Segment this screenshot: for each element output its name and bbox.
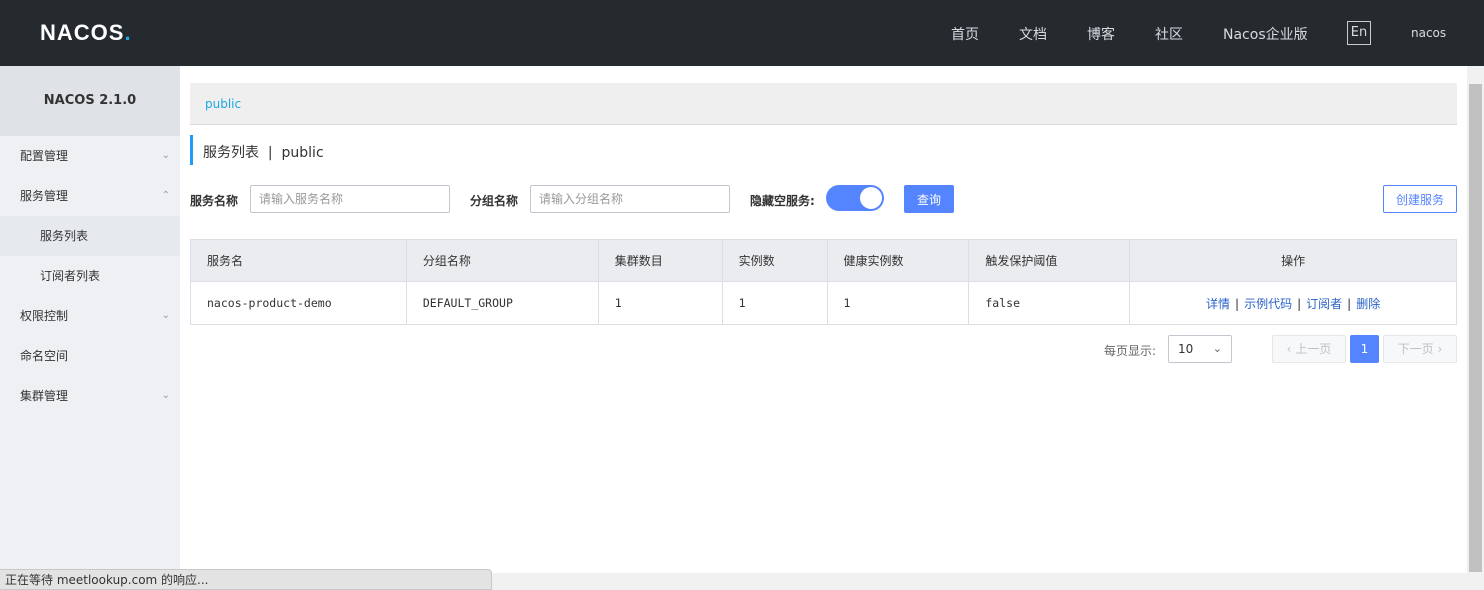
sidebar-item-subscriber-list[interactable]: 订阅者列表 — [0, 256, 180, 296]
next-page-label: 下一页 — [1397, 342, 1434, 356]
sidebar-version-title: NACOS 2.1.0 — [0, 66, 180, 136]
chevron-down-icon: ⌄ — [161, 390, 170, 401]
language-switch[interactable]: En — [1347, 21, 1371, 45]
divider: | — [1297, 296, 1302, 311]
service-name-input[interactable] — [250, 185, 450, 213]
cell-instance-count: 1 — [721, 281, 828, 325]
cell-group-name: DEFAULT_GROUP — [405, 281, 599, 325]
user-menu[interactable]: nacos — [1411, 26, 1446, 40]
sidebar-item-label: 配置管理 — [20, 149, 69, 163]
page-title: 服务列表 | public — [190, 135, 324, 165]
column-header: 触发保护阈值 — [968, 239, 1131, 282]
scrollbar-thumb[interactable] — [1469, 84, 1482, 572]
namespace-public-link[interactable]: public — [205, 97, 241, 111]
sidebar: NACOS 2.1.0 配置管理 ⌄ 服务管理 ⌃ 服务列表 订阅者列表 权限控… — [0, 66, 180, 590]
sidebar-item-label: 集群管理 — [20, 389, 69, 403]
query-button[interactable]: 查询 — [904, 185, 954, 213]
nacos-logo[interactable]: NACOS. — [40, 20, 132, 46]
cell-protect-threshold: false — [968, 281, 1131, 325]
sidebar-item-label: 服务管理 — [20, 189, 69, 203]
logo-text: NACOS — [40, 20, 125, 45]
nav-enterprise[interactable]: Nacos企业版 — [1223, 24, 1308, 44]
sample-code-link[interactable]: 示例代码 — [1244, 297, 1292, 311]
detail-link[interactable]: 详情 — [1206, 297, 1230, 311]
sidebar-item-namespace[interactable]: 命名空间 — [0, 336, 180, 376]
group-name-label: 分组名称 — [470, 194, 519, 208]
current-page-button[interactable]: 1 — [1350, 335, 1379, 363]
service-table: 服务名 分组名称 集群数目 实例数 健康实例数 触发保护阈值 操作 nacos-… — [190, 239, 1457, 325]
top-navbar: NACOS. 首页 文档 博客 社区 Nacos企业版 En nacos — [0, 0, 1484, 66]
create-service-button[interactable]: 创建服务 — [1383, 185, 1457, 213]
chevron-down-icon: ⌄ — [161, 310, 170, 321]
nav-docs[interactable]: 文档 — [1019, 24, 1047, 44]
cell-operations: 详情 | 示例代码 | 订阅者 | 删除 — [1129, 281, 1457, 325]
column-header: 分组名称 — [405, 239, 599, 282]
sidebar-item-service-list[interactable]: 服务列表 — [0, 216, 180, 256]
service-name-label: 服务名称 — [190, 194, 239, 208]
divider: | — [1235, 296, 1240, 311]
toggle-knob — [860, 187, 882, 209]
cell-cluster-count: 1 — [597, 281, 723, 325]
logo-dot: . — [124, 20, 132, 45]
browser-status-bar: 正在等待 meetlookup.com 的响应... — [0, 569, 492, 590]
prev-page-button[interactable]: ‹ 上一页 — [1272, 335, 1346, 363]
sidebar-item-config-management[interactable]: 配置管理 ⌄ — [0, 136, 180, 176]
chevron-down-icon: ⌄ — [1212, 342, 1222, 355]
sidebar-item-label: 服务列表 — [40, 229, 89, 243]
nav-community[interactable]: 社区 — [1155, 24, 1183, 44]
table-row: nacos-product-demo DEFAULT_GROUP 1 1 1 f… — [190, 281, 1457, 325]
group-name-input[interactable] — [530, 185, 730, 213]
chevron-up-icon: ⌃ — [161, 190, 170, 201]
cell-service-name: nacos-product-demo — [190, 281, 407, 325]
nav-blog[interactable]: 博客 — [1087, 24, 1115, 44]
hide-empty-label: 隐藏空服务: — [750, 194, 815, 208]
next-page-button[interactable]: 下一页 › — [1383, 335, 1457, 363]
table-header-row: 服务名 分组名称 集群数目 实例数 健康实例数 触发保护阈值 操作 — [190, 239, 1457, 282]
chevron-right-icon: › — [1437, 342, 1443, 356]
cell-healthy-count: 1 — [826, 281, 970, 325]
delete-link[interactable]: 删除 — [1356, 297, 1380, 311]
column-header: 操作 — [1129, 239, 1457, 282]
column-header: 实例数 — [721, 239, 828, 282]
vertical-scrollbar[interactable] — [1467, 66, 1484, 590]
page-size-label: 每页显示: — [1104, 344, 1157, 358]
subscriber-link[interactable]: 订阅者 — [1306, 297, 1342, 311]
chevron-left-icon: ‹ — [1286, 342, 1292, 356]
column-header: 健康实例数 — [826, 239, 970, 282]
namespace-breadcrumb: public — [190, 83, 1457, 125]
sidebar-item-cluster-management[interactable]: 集群管理 ⌄ — [0, 376, 180, 416]
column-header: 集群数目 — [597, 239, 723, 282]
divider: | — [1347, 296, 1352, 311]
sidebar-item-access-control[interactable]: 权限控制 ⌄ — [0, 296, 180, 336]
sidebar-item-label: 订阅者列表 — [40, 269, 101, 283]
nav-home[interactable]: 首页 — [951, 24, 979, 44]
sidebar-item-service-management[interactable]: 服务管理 ⌃ — [0, 176, 180, 216]
prev-page-label: 上一页 — [1295, 342, 1332, 356]
sidebar-item-label: 权限控制 — [20, 309, 69, 323]
sidebar-item-label: 命名空间 — [20, 349, 69, 363]
page-size-value: 10 — [1178, 342, 1194, 356]
column-header: 服务名 — [190, 239, 407, 282]
chevron-down-icon: ⌄ — [161, 150, 170, 161]
page-size-select[interactable]: 10 ⌄ — [1168, 335, 1232, 363]
hide-empty-toggle[interactable] — [826, 185, 884, 211]
